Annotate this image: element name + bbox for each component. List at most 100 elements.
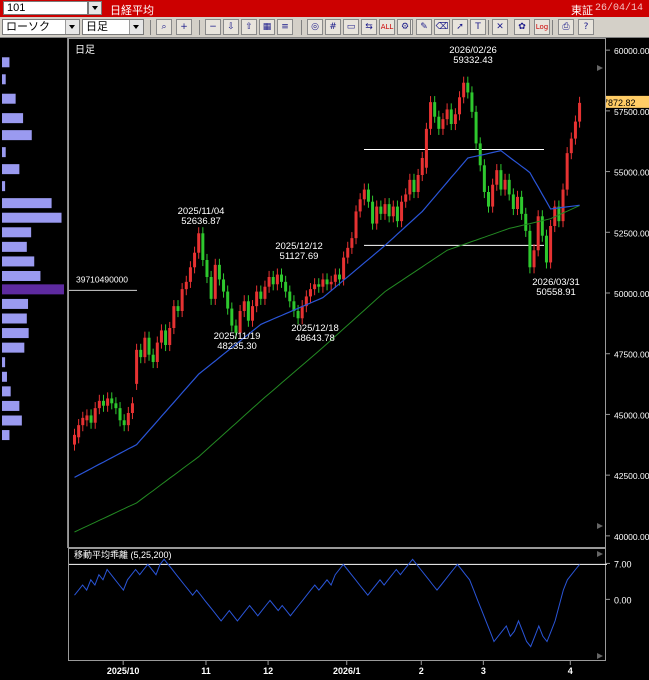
oscillator-axis-svg: 7.00 0.00 — [606, 559, 632, 605]
candle-body — [354, 211, 358, 239]
date-tick-label: 2026/1 — [333, 666, 361, 676]
cursor-icon[interactable]: ➚ — [452, 19, 468, 35]
toolbar-separator — [301, 20, 302, 35]
zoom-in-icon[interactable]: + — [176, 19, 192, 35]
oscillator-chart[interactable]: 移動平均乖離 (5,25,200) — [69, 549, 607, 662]
toolbar-separator — [488, 20, 489, 35]
candle-body — [342, 257, 346, 280]
annotation-value: 48643.78 — [295, 333, 335, 344]
candle-body — [470, 92, 474, 112]
candle-body — [424, 128, 428, 168]
list-icon[interactable]: ≡ — [277, 19, 293, 35]
zoom-out-icon[interactable]: − — [205, 19, 221, 35]
candle-body — [379, 206, 383, 214]
period-select[interactable]: 日足 — [82, 19, 144, 35]
volume-profile-bar — [2, 181, 6, 192]
price-chart-panel[interactable]: 日足 2026/02/26 59332.43 2025/11/04 52636.87 20… — [68, 38, 606, 548]
candle-body — [371, 201, 375, 224]
symbol-dropdown-button[interactable] — [88, 1, 102, 15]
candle-body — [578, 102, 582, 122]
scroll-right-icon — [597, 551, 603, 557]
candle-body — [255, 291, 259, 307]
candle-body — [325, 279, 329, 285]
candle-body — [188, 267, 192, 282]
price-tick-label: 47500.00 — [614, 350, 649, 360]
candle-body — [271, 277, 275, 285]
candle-body — [466, 82, 470, 93]
print-icon[interactable]: ⎙ — [558, 19, 574, 35]
candle-body — [308, 289, 312, 297]
candle-body — [445, 109, 449, 120]
gear-icon[interactable]: ✿ — [514, 19, 530, 35]
candle-body — [143, 337, 147, 358]
candle-body — [358, 199, 362, 212]
toolbar-separator — [150, 20, 151, 35]
candle-body — [520, 196, 524, 214]
volume-profile-bar — [2, 415, 22, 426]
chevron-down-icon[interactable] — [129, 20, 143, 34]
candle-body — [296, 311, 300, 319]
candle-body — [540, 216, 544, 236]
volume-profile-bar — [2, 164, 20, 175]
magnifier-icon[interactable]: ⌕ — [156, 19, 172, 35]
candlestick-chart[interactable]: 日足 2026/02/2659332.432025/11/0452636.8720… — [69, 39, 607, 549]
price-axis: 60000.00 57500.00 55000.00 52500.00 50000.00… — [606, 38, 649, 548]
volume-profile-bar — [2, 284, 64, 295]
volume-profile-bar — [2, 198, 52, 209]
chevron-down-icon[interactable] — [65, 20, 79, 34]
candle-body — [416, 175, 420, 192]
volume-profile-bar — [2, 74, 6, 85]
save-down-icon[interactable]: ⇩ — [223, 19, 239, 35]
help-icon[interactable]: ? — [578, 19, 594, 35]
volume-profile-bar — [2, 147, 6, 158]
window-icon[interactable]: ▭ — [343, 19, 359, 35]
volume-profile-bar — [2, 313, 27, 324]
volume-profile-bar — [2, 328, 29, 339]
chart-icon[interactable]: ▦ — [259, 19, 275, 35]
volume-profile-chart — [2, 57, 64, 441]
save-up-icon[interactable]: ⇧ — [241, 19, 257, 35]
volume-profile-bar — [2, 256, 35, 267]
date-tick-label: 4 — [568, 666, 573, 676]
volume-profile-panel — [0, 38, 68, 548]
compare-icon[interactable]: ⇆ — [361, 19, 377, 35]
text-tool-icon[interactable]: T — [470, 19, 486, 35]
ma-long-line — [74, 205, 580, 533]
reset-icon[interactable]: ◎ — [307, 19, 323, 35]
volume-profile-bar — [2, 212, 62, 223]
grid-icon[interactable]: # — [325, 19, 341, 35]
scroll-right-icon — [597, 65, 603, 71]
price-tick-label: 60000.00 — [614, 46, 649, 56]
candle-body — [462, 82, 466, 98]
candle-body — [263, 286, 267, 299]
candle-body — [147, 337, 151, 355]
volume-profile-bar — [2, 130, 32, 141]
draw-pen-icon[interactable]: ✎ — [416, 19, 432, 35]
candle-body — [201, 233, 205, 260]
candle-body — [453, 114, 457, 124]
oscillator-panel[interactable]: 移動平均乖離 (5,25,200) — [68, 548, 607, 662]
candle-body — [429, 102, 433, 129]
candle-body — [259, 291, 263, 299]
oscillator-axis: 7.00 0.00 — [606, 548, 649, 661]
candle-body — [226, 291, 230, 309]
erase-icon[interactable]: ⌫ — [434, 19, 450, 35]
candle-body — [503, 179, 507, 190]
candle-body — [420, 158, 424, 175]
log-scale-icon[interactable]: Log — [534, 19, 550, 35]
candle-body — [313, 284, 317, 290]
candle-body — [362, 189, 366, 200]
symbol-code-input[interactable]: 101 — [3, 1, 88, 15]
candle-body — [197, 233, 201, 253]
delete-icon[interactable]: ✕ — [492, 19, 508, 35]
all-icon[interactable]: ALL — [379, 19, 395, 35]
candle-body — [122, 420, 126, 426]
candle-body — [495, 170, 499, 185]
chart-type-select[interactable]: ローソク — [2, 19, 80, 35]
candle-body — [230, 308, 234, 326]
exchange-label: 東証 — [571, 4, 593, 17]
period-value: 日足 — [86, 20, 108, 33]
date-label: 26/04/14 — [595, 3, 644, 14]
candle-body — [482, 165, 486, 192]
candle-body — [561, 189, 565, 222]
